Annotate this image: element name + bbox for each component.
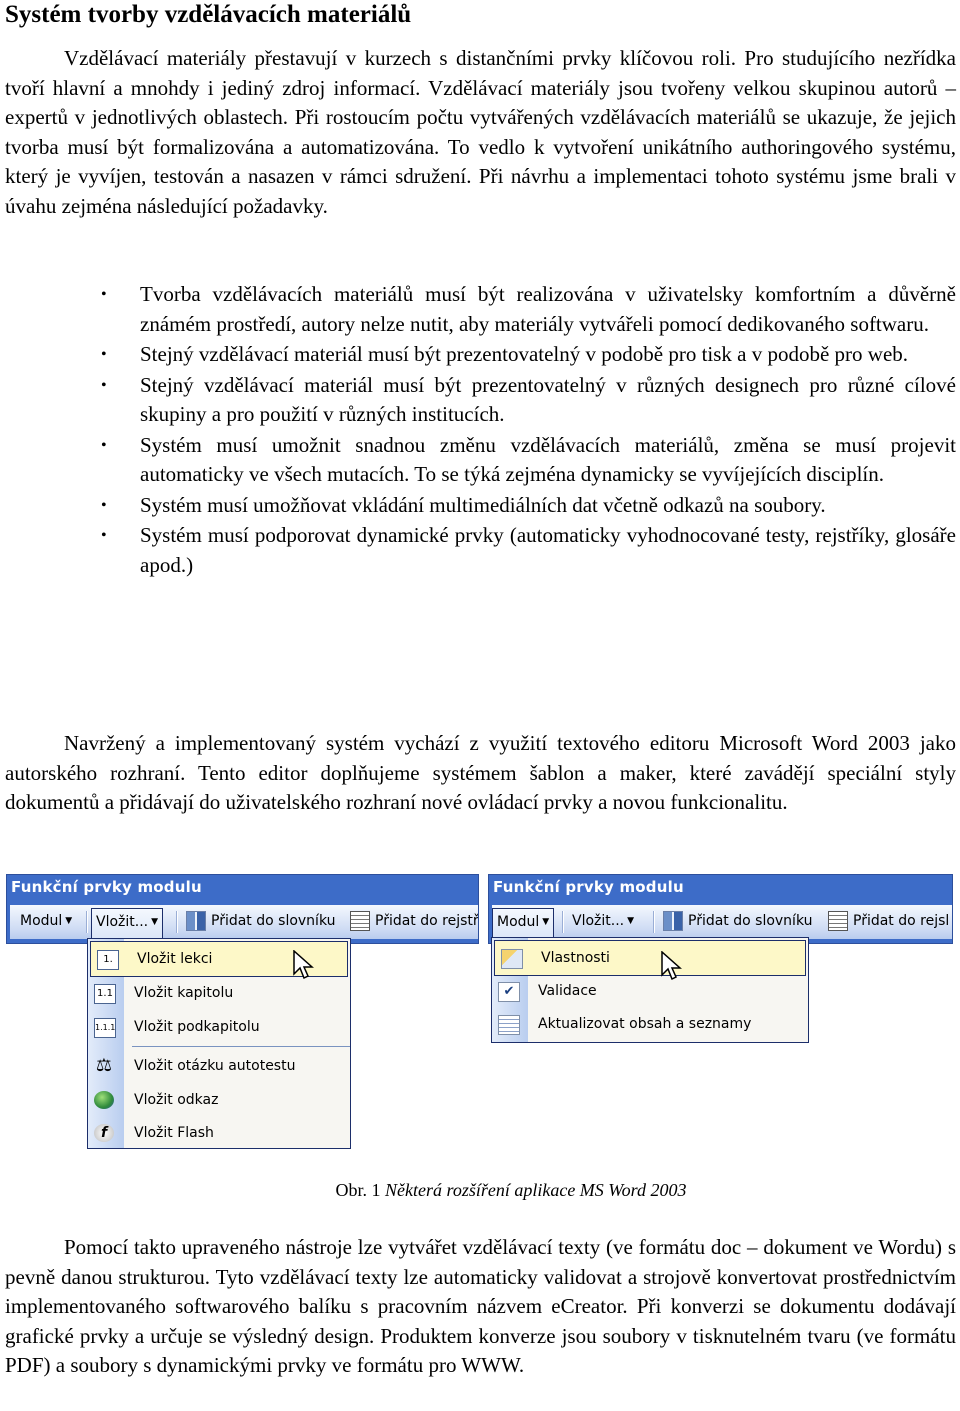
index-icon [350,911,370,931]
page-heading: Systém tvorby vzdělávacích materiálů [5,1,412,28]
bullet-icon: • [101,376,107,394]
toolbar-left: Funkční prvky modulu Modul ▼ Vložit... ▼ P… [6,874,479,944]
toolbar-title: Funkční prvky modulu [493,878,684,896]
system-paragraph: Navržený a implementovaný systém vychází… [5,731,956,814]
toolbar-separator [176,911,178,933]
flash-icon: f [94,1124,114,1142]
lesson-number-icon: 1. [97,950,119,970]
checkbox-icon: ✔ [498,982,520,1002]
add-to-index-button[interactable]: Přidat do rejstří [346,908,478,934]
toolbar-bar: Modul ▼ Vložit... ▼ Přidat do slovníku Při… [492,905,952,939]
index-icon [828,911,848,931]
list-item: • Systém musí umožnit snadnou změnu vzděl… [101,432,956,487]
menu-item-vlozit-otazku[interactable]: ⚖ Vložit otázku autotestu [88,1049,350,1083]
toolbar-title: Funkční prvky modulu [11,878,202,896]
mouse-cursor-icon [293,950,314,980]
add-to-dictionary-button[interactable]: Přidat do slovníku [659,908,817,934]
toolbar-bar: Modul ▼ Vložit... ▼ Přidat do slovníku Při… [10,905,478,939]
modul-menu-button[interactable]: Modul ▼ [16,908,76,934]
menu-item-validace[interactable]: ✔ Validace [492,974,808,1008]
toolbar-separator [653,911,655,933]
closing-paragraph: Pomocí takto upraveného nástroje lze vyt… [5,1235,956,1377]
add-to-dictionary-button[interactable]: Přidat do slovníku [182,908,340,934]
list-item: • Tvorba vzdělávacích materiálů musí být … [101,282,956,336]
chapter-number-icon: 1.1 [94,984,116,1004]
list-icon [498,1015,520,1035]
modul-menu-button[interactable]: Modul ▼ [492,908,555,939]
mouse-cursor-icon [661,951,682,981]
requirements-list: • Tvorba vzdělávacích materiálů musí být … [0,280,956,581]
menu-item-vlozit-flash[interactable]: f Vložit Flash [88,1116,350,1150]
menu-item-vlastnosti[interactable]: Vlastnosti [494,940,806,976]
scales-icon: ⚖ [95,1055,113,1076]
dictionary-icon [186,911,206,931]
vlozit-menu-button[interactable]: Vložit... ▼ [91,908,164,939]
menu-item-vlozit-odkaz[interactable]: Vložit odkaz [88,1083,350,1117]
figure-caption: Obr. 1 Některá rozšíření aplikace MS Wor… [0,1178,960,1202]
modul-dropdown-menu: Vlastnosti ✔ Validace Aktualizovat obsah … [491,937,809,1043]
toolbar-right: Funkční prvky modulu Modul ▼ Vložit... ▼ P… [488,874,953,944]
menu-item-vlozit-podkapitolu[interactable]: 1.1.1 Vložit podkapitolu [88,1010,350,1044]
list-item: • Stejný vzdělávací materiál musí být pre… [0,340,956,370]
toolbar-separator [562,911,564,933]
list-item: • Systém musí podporovat dynamické prvky … [101,523,956,577]
bullet-icon: • [101,496,107,514]
caption-prefix: Obr. 1 [335,1180,381,1200]
bullet-icon: • [101,436,107,454]
menu-separator [132,1046,350,1047]
intro-text: Vzdělávací materiály přestavují v kurzec… [5,46,956,218]
add-to-index-button[interactable]: Přidat do rejsl [824,908,952,934]
bullet-icon: • [101,527,107,544]
list-item: • Systém musí umožňovat vkládání multimed… [0,491,956,521]
chevron-down-icon: ▼ [151,917,159,927]
globe-link-icon [94,1091,114,1109]
toolbar-separator [86,911,88,933]
bullet-icon: • [101,286,107,303]
chevron-down-icon: ▼ [65,916,73,926]
chevron-down-icon: ▼ [542,917,550,927]
bullet-icon: • [101,346,107,363]
subchapter-number-icon: 1.1.1 [94,1018,116,1038]
dictionary-icon [663,911,683,931]
intro-paragraph: Vzdělávací materiály přestavují v kurzec… [5,44,956,221]
list-item: • Stejný vzdělávací materiál musí být pre… [101,372,956,427]
vlozit-menu-button[interactable]: Vložit... ▼ [568,908,638,934]
menu-item-aktualizovat[interactable]: Aktualizovat obsah a seznamy [492,1007,808,1041]
chevron-down-icon: ▼ [627,916,635,926]
properties-icon [501,949,523,969]
caption-text: Některá rozšíření aplikace MS Word 2003 [385,1180,687,1200]
